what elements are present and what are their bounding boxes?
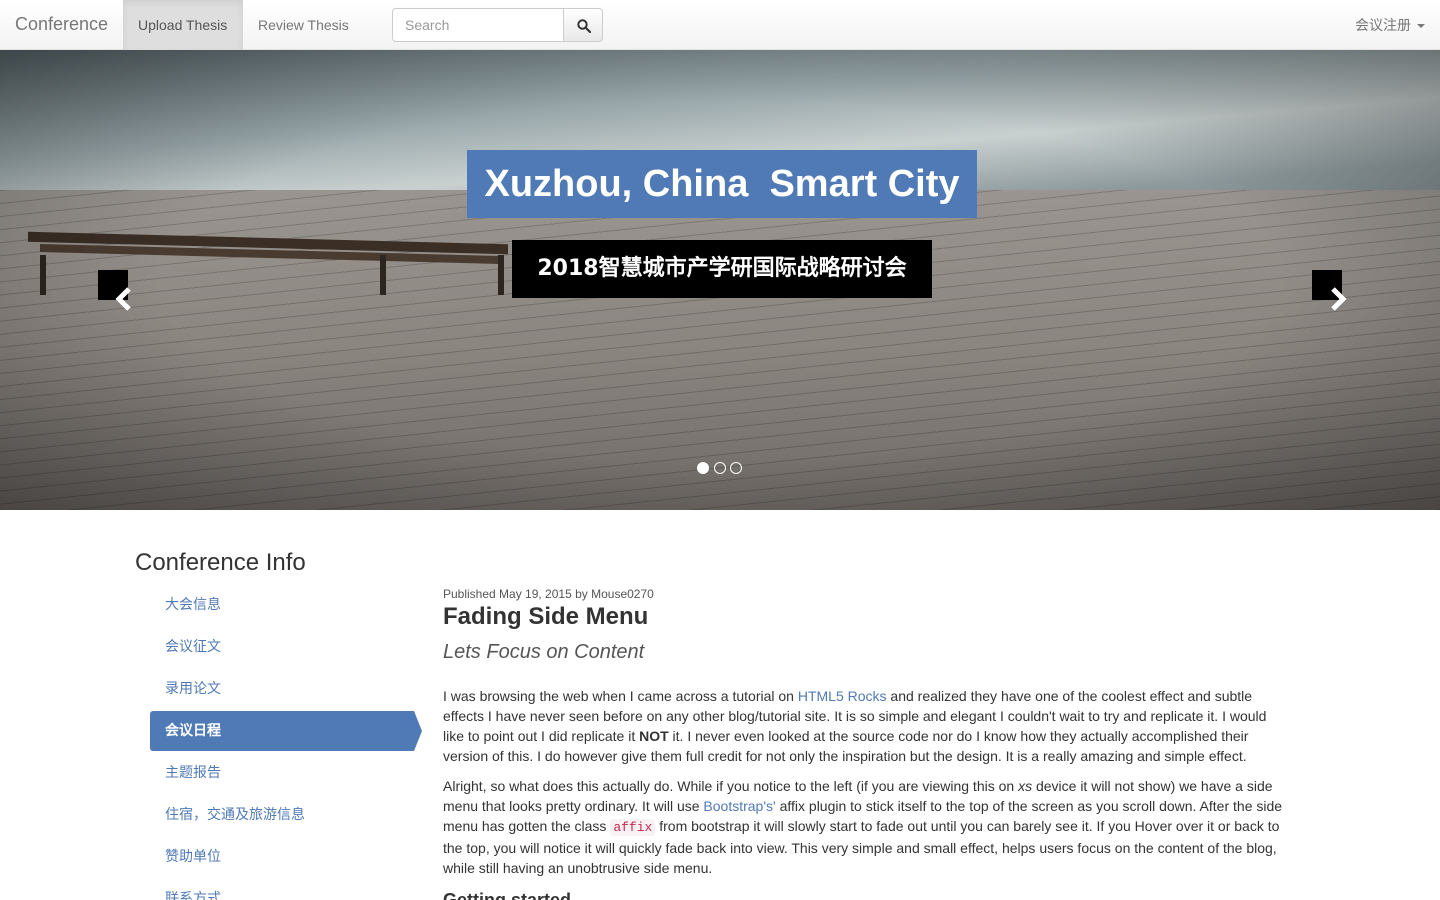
carousel-indicator-2[interactable] — [714, 462, 726, 474]
register-label: 会议注册 — [1355, 17, 1411, 33]
carousel-next-button[interactable] — [1312, 270, 1347, 311]
hero-carousel: Xuzhou, China Smart City 2018智慧城市产学研国际战略… — [0, 50, 1440, 510]
article-content: Published May 19, 2015 by Mouse0270 Fadi… — [443, 585, 1288, 900]
emphasis-not: NOT — [639, 728, 669, 744]
chevron-right-icon — [1331, 287, 1347, 311]
sidebar-item-conference-info[interactable]: 大会信息 — [150, 585, 420, 625]
sidebar-item-sponsors[interactable]: 赞助单位 — [150, 837, 420, 877]
brand-link[interactable]: Conference — [15, 14, 108, 35]
search-button[interactable] — [563, 8, 603, 42]
nav-upload-thesis[interactable]: Upload Thesis — [123, 0, 243, 50]
carousel-indicator-3[interactable] — [730, 462, 742, 474]
article-paragraph-1: I was browsing the web when I came acros… — [443, 686, 1288, 766]
chevron-left-icon — [115, 287, 131, 311]
sidebar-title: Conference Info — [135, 549, 306, 576]
sidebar-item-accepted-papers[interactable]: 录用论文 — [150, 669, 420, 709]
sidebar-item-call-for-papers[interactable]: 会议征文 — [150, 627, 420, 667]
carousel-prev-button[interactable] — [98, 270, 131, 311]
sidebar-item-schedule[interactable]: 会议日程 — [150, 711, 422, 751]
nav-review-thesis[interactable]: Review Thesis — [243, 0, 364, 50]
article-title: Fading Side Menu — [443, 603, 649, 630]
search-icon — [577, 19, 591, 33]
top-navbar: Conference Upload Thesis Review Thesis 会… — [0, 0, 1440, 50]
caret-down-icon — [1417, 24, 1425, 29]
hero-title: Xuzhou, China Smart City — [467, 150, 977, 218]
sidebar-nav: 大会信息 会议征文 录用论文 会议日程 主题报告 住宿，交通及旅游信息 赞助单位… — [150, 585, 422, 900]
article-subtitle: Lets Focus on Content — [443, 641, 645, 663]
carousel-indicator-1[interactable] — [697, 462, 709, 474]
emphasis-xs: xs — [1018, 778, 1033, 794]
article-paragraph-2: Alright, so what does this actually do. … — [443, 776, 1288, 878]
affix-code: affix — [610, 819, 656, 836]
sidebar-item-keynotes[interactable]: 主题报告 — [150, 753, 420, 793]
html5-rocks-link[interactable]: HTML5 Rocks — [798, 688, 887, 704]
search-input[interactable] — [392, 8, 564, 42]
sidebar-item-contact[interactable]: 联系方式 — [150, 879, 420, 900]
paragraph-text: Alright, so what does this actually do. … — [443, 778, 1019, 794]
sidebar-item-accommodation[interactable]: 住宿，交通及旅游信息 — [150, 795, 420, 835]
bootstrap-link[interactable]: Bootstrap's' — [703, 798, 775, 814]
hero-subtitle: 2018智慧城市产学研国际战略研讨会 — [512, 240, 932, 298]
article-meta: Published May 19, 2015 by Mouse0270 — [443, 587, 654, 601]
paragraph-text: I was browsing the web when I came acros… — [443, 688, 798, 704]
register-dropdown[interactable]: 会议注册 — [1355, 0, 1425, 50]
section-heading: Getting started — [443, 890, 572, 900]
